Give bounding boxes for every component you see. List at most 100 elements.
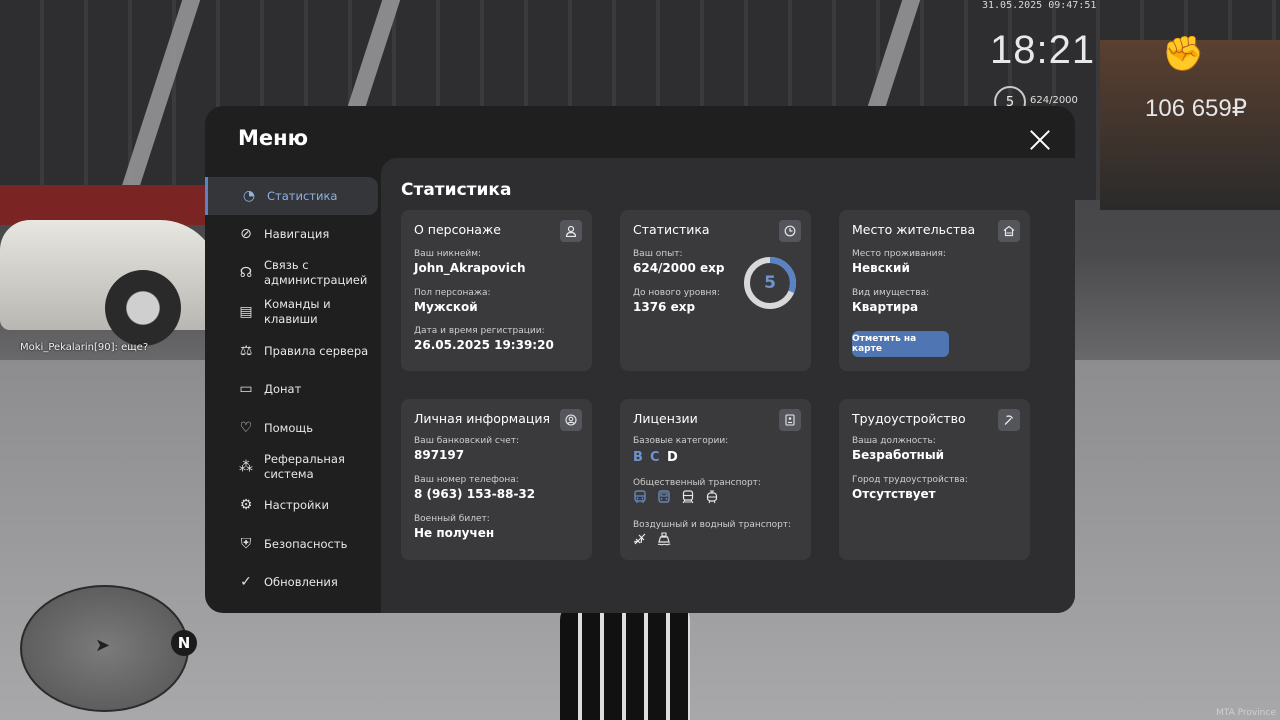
next-level-value: 1376 exp <box>633 300 696 314</box>
watermark: MTA Province <box>1216 708 1276 718</box>
scales-icon: ⚖ <box>239 343 253 359</box>
wallet-icon: ▭ <box>239 381 253 397</box>
car-wheel <box>105 270 181 346</box>
shield-icon: ⛨ <box>240 536 252 552</box>
card-title: Место жительства <box>852 222 976 237</box>
level-number: 5 <box>764 273 776 293</box>
statistics-card: Статистика Ваш опыт: 624/2000 exp До нов… <box>620 210 811 371</box>
chat-message: Moki_Pekalarin[90]: еще? <box>20 342 149 353</box>
red-wall <box>0 185 210 225</box>
position-value: Безработный <box>852 448 945 462</box>
license-category-b: B <box>633 450 643 465</box>
residence-value: Невский <box>852 261 910 275</box>
public-transport-label: Общественный транспорт: <box>633 478 761 488</box>
sidebar-item-label: Статистика <box>267 188 338 203</box>
content-panel: Статистика О персонаже Ваш никнейм: John… <box>381 158 1075 613</box>
menu-window: Меню ◔ Статистика ⊘ Навигация ☊ Связь с … <box>205 106 1075 613</box>
network-icon: ⁂ <box>239 459 253 475</box>
exp-label: Ваш опыт: <box>633 249 683 259</box>
registration-label: Дата и время регистрации: <box>414 326 545 336</box>
sidebar-item-label: Команды и клавиши <box>264 297 331 326</box>
sidebar-item-label: Обновления <box>264 574 338 589</box>
hud-exp: 624/2000 <box>1030 95 1078 106</box>
document-icon: ▤ <box>239 304 253 320</box>
sidebar-item-label: Навигация <box>264 226 330 241</box>
user-circle-icon <box>560 409 582 431</box>
sidebar-item-statistics[interactable]: ◔ Статистика <box>205 177 378 215</box>
bank-account-label: Ваш банковский счет: <box>414 436 520 446</box>
gear-icon: ⚙ <box>239 497 253 513</box>
card-title: Личная информация <box>414 411 551 426</box>
gender-value: Мужской <box>414 300 478 314</box>
check-circle-icon: ✓ <box>240 574 252 590</box>
fist-icon: ✊ <box>1162 34 1205 74</box>
home-icon <box>998 220 1020 242</box>
bus-icon <box>633 490 647 508</box>
registration-value: 26.05.2025 19:39:20 <box>414 338 554 352</box>
bank-account-value: 897197 <box>414 448 465 462</box>
page-title: Статистика <box>401 180 512 200</box>
north-indicator: N <box>171 630 197 656</box>
air-water-transport-label: Воздушный и водный транспорт: <box>633 520 792 530</box>
work-city-value: Отсутствует <box>852 487 936 501</box>
sidebar-item-help[interactable]: ♡ Помощь <box>205 409 375 447</box>
tram-icon <box>705 490 719 508</box>
property-type-value: Квартира <box>852 300 919 314</box>
nickname-label: Ваш никнейм: <box>414 249 482 259</box>
license-category-d: D <box>667 450 678 465</box>
sidebar-item-commands[interactable]: ▤ Команды и клавиши <box>205 293 375 331</box>
residence-card: Место жительства Место проживания: Невск… <box>839 210 1030 371</box>
sidebar-item-settings[interactable]: ⚙ Настройки <box>205 486 375 524</box>
card-title: Статистика <box>633 222 710 237</box>
sidebar-item-label: Безопасность <box>264 536 348 551</box>
military-id-label: Военный билет: <box>414 514 490 524</box>
player-marker-icon: ➤ <box>95 635 111 656</box>
sidebar-item-updates[interactable]: ✓ Обновления <box>205 563 375 601</box>
headset-icon: ☊ <box>239 265 253 281</box>
id-card-icon <box>779 409 801 431</box>
user-icon <box>560 220 582 242</box>
mark-on-map-button[interactable]: Отметить на карте <box>852 331 949 357</box>
sidebar-item-label: Правила сервера <box>264 343 369 358</box>
card-title: Лицензии <box>633 411 698 426</box>
phone-label: Ваш номер телефона: <box>414 475 519 485</box>
base-categories-label: Базовые категории: <box>633 436 729 446</box>
sidebar-item-navigation[interactable]: ⊘ Навигация <box>205 215 375 253</box>
nickname-value: John_Akrapovich <box>414 261 526 275</box>
card-title: О персонаже <box>414 222 501 237</box>
exp-value: 624/2000 exp <box>633 261 725 275</box>
airplane-icon <box>633 532 647 550</box>
next-level-label: До нового уровня: <box>633 288 720 298</box>
sidebar-item-referral[interactable]: ⁂ Реферальная система <box>205 448 375 486</box>
sidebar-item-rules[interactable]: ⚖ Правила сервера <box>205 332 375 370</box>
hud-money: 106 659₽ <box>1145 95 1248 122</box>
pickaxe-icon <box>998 409 1020 431</box>
licenses-card: Лицензии Базовые категории: B C D Общест… <box>620 399 811 560</box>
work-city-label: Город трудоустройства: <box>852 475 968 485</box>
player-character <box>560 600 690 720</box>
sidebar-item-security[interactable]: ⛨ Безопасность <box>205 525 375 563</box>
menu-title: Меню <box>238 126 309 150</box>
personal-info-card: Личная информация Ваш банковский счет: 8… <box>401 399 592 560</box>
compass-icon: ⊘ <box>240 226 252 242</box>
close-button[interactable] <box>1027 128 1053 154</box>
phone-value: 8 (963) 153-88-32 <box>414 487 536 501</box>
gender-label: Пол персонажа: <box>414 288 491 298</box>
sidebar-item-label: Связь с администрацией <box>264 258 368 287</box>
sidebar-item-donate[interactable]: ▭ Донат <box>205 370 375 408</box>
property-type-label: Вид имущества: <box>852 288 930 298</box>
military-id-value: Не получен <box>414 526 495 540</box>
sidebar-item-admin-contact[interactable]: ☊ Связь с администрацией <box>205 254 375 292</box>
sidebar-item-label: Помощь <box>264 420 314 435</box>
clock-icon <box>779 220 801 242</box>
card-title: Трудоустройство <box>852 411 966 426</box>
pie-chart-icon: ◔ <box>242 188 256 204</box>
employment-card: Трудоустройство Ваша должность: Безработ… <box>839 399 1030 560</box>
heart-hands-icon: ♡ <box>239 420 253 436</box>
hud-clock: 18:21 <box>990 28 1096 72</box>
sidebar-item-label: Реферальная система <box>264 452 345 481</box>
minibus-icon <box>657 490 671 508</box>
position-label: Ваша должность: <box>852 436 936 446</box>
sidebar-item-label: Донат <box>264 381 302 396</box>
hud-datetime: 31.05.2025 09:47:51 <box>982 0 1097 11</box>
